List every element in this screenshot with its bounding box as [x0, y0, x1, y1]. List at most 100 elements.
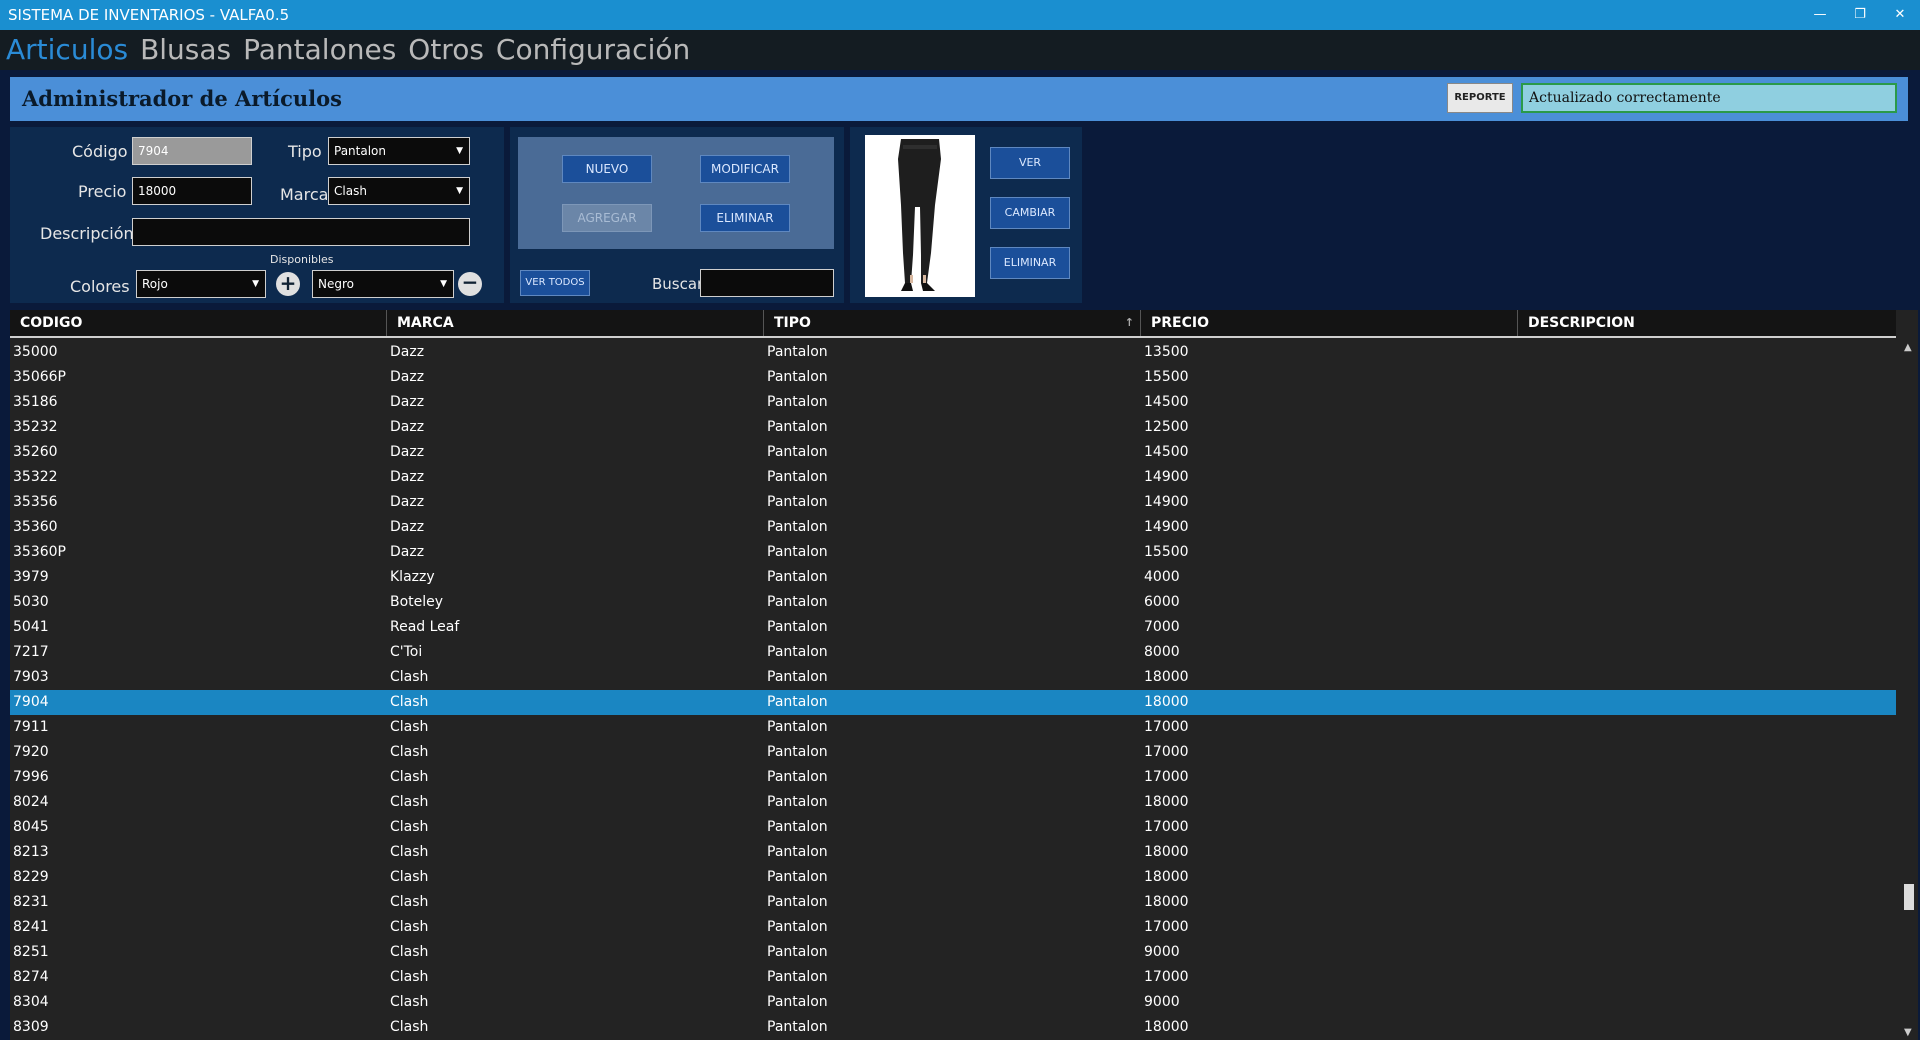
precio-field[interactable]: 18000: [132, 177, 252, 205]
table-row[interactable]: 7217 C'Toi Pantalon 8000: [10, 640, 1896, 665]
cell-precio: 6000: [1144, 594, 1180, 610]
cell-marca: Clash: [390, 694, 429, 710]
table-row[interactable]: 35186 Dazz Pantalon 14500: [10, 390, 1896, 415]
table-row[interactable]: 8045 Clash Pantalon 17000: [10, 815, 1896, 840]
cell-codigo: 8229: [13, 869, 49, 885]
table-row[interactable]: 8241 Clash Pantalon 17000: [10, 915, 1896, 940]
table-row[interactable]: 35066P Dazz Pantalon 15500: [10, 365, 1896, 390]
table-row[interactable]: 7904 Clash Pantalon 18000: [10, 690, 1896, 715]
table-row[interactable]: 7911 Clash Pantalon 17000: [10, 715, 1896, 740]
column-header-descripcion[interactable]: DESCRIPCION: [1518, 310, 1896, 336]
column-header-marca[interactable]: MARCA: [387, 310, 764, 336]
cell-precio: 15500: [1144, 544, 1189, 560]
marca-select[interactable]: Clash ▼: [328, 177, 470, 205]
table-row[interactable]: 8251 Clash Pantalon 9000: [10, 940, 1896, 965]
tipo-select[interactable]: Pantalon ▼: [328, 137, 470, 165]
cell-descripcion: [1518, 565, 1896, 590]
menu-otros[interactable]: Otros: [408, 30, 484, 70]
cell-descripcion: [1518, 940, 1896, 965]
chevron-down-icon: ▼: [252, 279, 259, 289]
search-input[interactable]: [700, 269, 834, 297]
cell-tipo: Pantalon: [767, 844, 828, 860]
agregar-button[interactable]: AGREGAR: [562, 204, 652, 232]
report-button[interactable]: REPORTE: [1447, 83, 1513, 113]
cell-precio: 7000: [1144, 619, 1180, 635]
article-form: Código 7904 Tipo Pantalon ▼ Precio 18000…: [10, 127, 504, 303]
cell-descripcion: [1518, 640, 1896, 665]
cell-tipo: Pantalon: [767, 494, 828, 510]
cell-codigo: 35232: [13, 419, 58, 435]
cell-descripcion: [1518, 490, 1896, 515]
disponibles-select[interactable]: Negro ▼: [312, 270, 454, 298]
table-row[interactable]: 8309 Clash Pantalon 18000: [10, 1015, 1896, 1040]
table-row[interactable]: 8213 Clash Pantalon 18000: [10, 840, 1896, 865]
column-header-precio[interactable]: PRECIO: [1141, 310, 1518, 336]
table-row[interactable]: 35322 Dazz Pantalon 14900: [10, 465, 1896, 490]
table-row[interactable]: 8024 Clash Pantalon 18000: [10, 790, 1896, 815]
table-row[interactable]: 5041 Read Leaf Pantalon 7000: [10, 615, 1896, 640]
table-row[interactable]: 35260 Dazz Pantalon 14500: [10, 440, 1896, 465]
cell-codigo: 7903: [13, 669, 49, 685]
cell-marca: Dazz: [390, 369, 425, 385]
cell-precio: 13500: [1144, 344, 1189, 360]
minimize-icon[interactable]: —: [1800, 0, 1840, 30]
table-row[interactable]: 8229 Clash Pantalon 18000: [10, 865, 1896, 890]
cell-tipo: Pantalon: [767, 344, 828, 360]
nuevo-button[interactable]: NUEVO: [562, 155, 652, 183]
ver-todos-button[interactable]: VER TODOS: [520, 270, 590, 296]
menu-configuracion[interactable]: Configuración: [496, 30, 690, 70]
menu-pantalones[interactable]: Pantalones: [243, 30, 396, 70]
descripcion-field[interactable]: [132, 218, 470, 246]
table-row[interactable]: 7920 Clash Pantalon 17000: [10, 740, 1896, 765]
cell-tipo: Pantalon: [767, 669, 828, 685]
menu-articulos[interactable]: Articulos: [6, 30, 128, 70]
grid-scrollbar[interactable]: ▲ ▼: [1900, 340, 1918, 1040]
table-row[interactable]: 35356 Dazz Pantalon 14900: [10, 490, 1896, 515]
column-header-codigo[interactable]: CODIGO: [10, 310, 387, 336]
descripcion-label: Descripción: [40, 224, 134, 243]
cell-descripcion: [1518, 790, 1896, 815]
cell-codigo: 8045: [13, 819, 49, 835]
cell-codigo: 3979: [13, 569, 49, 585]
column-label: TIPO: [774, 315, 811, 331]
ver-image-button[interactable]: VER: [990, 147, 1070, 179]
cell-codigo: 35000: [13, 344, 58, 360]
cell-marca: C'Toi: [390, 644, 423, 660]
colores-select[interactable]: Rojo ▼: [136, 270, 266, 298]
column-header-tipo[interactable]: TIPO ↑: [764, 310, 1141, 336]
cambiar-image-button[interactable]: CAMBIAR: [990, 197, 1070, 229]
table-row[interactable]: 8304 Clash Pantalon 9000: [10, 990, 1896, 1015]
cell-codigo: 8231: [13, 894, 49, 910]
modificar-button[interactable]: MODIFICAR: [700, 155, 790, 183]
codigo-label: Código: [72, 142, 128, 161]
scroll-up-icon[interactable]: ▲: [1904, 342, 1912, 353]
restore-icon[interactable]: ❐: [1840, 0, 1880, 30]
eliminar-button[interactable]: ELIMINAR: [700, 204, 790, 232]
cell-descripcion: [1518, 1015, 1896, 1040]
cell-tipo: Pantalon: [767, 469, 828, 485]
cell-codigo: 35356: [13, 494, 58, 510]
add-color-icon[interactable]: +: [276, 272, 300, 296]
table-row[interactable]: 35000 Dazz Pantalon 13500: [10, 340, 1896, 365]
scroll-down-icon[interactable]: ▼: [1904, 1027, 1912, 1038]
codigo-field[interactable]: 7904: [132, 137, 252, 165]
table-row[interactable]: 7996 Clash Pantalon 17000: [10, 765, 1896, 790]
table-row[interactable]: 3979 Klazzy Pantalon 4000: [10, 565, 1896, 590]
table-row[interactable]: 5030 Boteley Pantalon 6000: [10, 590, 1896, 615]
table-row[interactable]: 35360 Dazz Pantalon 14900: [10, 515, 1896, 540]
eliminar-image-button[interactable]: ELIMINAR: [990, 247, 1070, 279]
remove-color-icon[interactable]: −: [458, 272, 482, 296]
cell-marca: Boteley: [390, 594, 444, 610]
scrollbar-thumb[interactable]: [1904, 884, 1914, 910]
cell-codigo: 35186: [13, 394, 58, 410]
cell-precio: 17000: [1144, 719, 1189, 735]
cell-marca: Clash: [390, 1019, 429, 1035]
table-row[interactable]: 8231 Clash Pantalon 18000: [10, 890, 1896, 915]
table-row[interactable]: 7903 Clash Pantalon 18000: [10, 665, 1896, 690]
close-icon[interactable]: ✕: [1880, 0, 1920, 30]
table-row[interactable]: 35360P Dazz Pantalon 15500: [10, 540, 1896, 565]
table-row[interactable]: 8274 Clash Pantalon 17000: [10, 965, 1896, 990]
menu-blusas[interactable]: Blusas: [140, 30, 231, 70]
table-row[interactable]: 35232 Dazz Pantalon 12500: [10, 415, 1896, 440]
cell-marca: Clash: [390, 769, 429, 785]
